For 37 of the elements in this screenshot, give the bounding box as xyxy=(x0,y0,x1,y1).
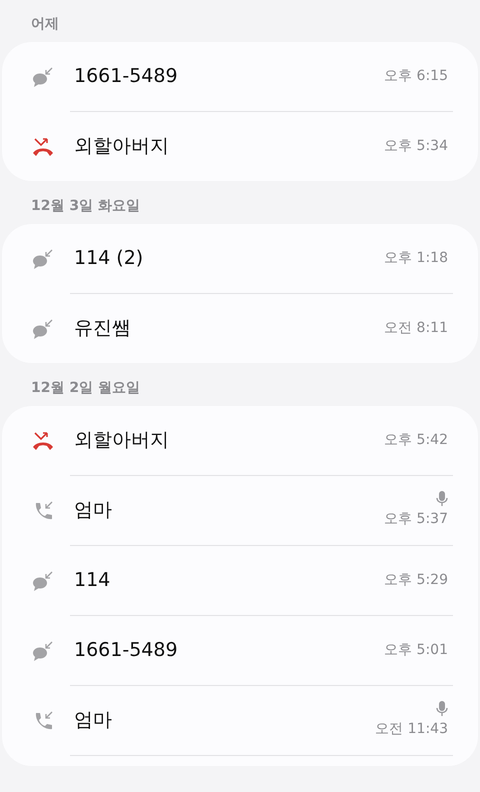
call-time: 오후 5:29 xyxy=(384,571,448,590)
call-log-row[interactable]: 엄마 오후 5:37 xyxy=(2,476,478,545)
contact-name: 외할아버지 xyxy=(74,134,170,160)
call-time: 오후 5:01 xyxy=(384,641,448,660)
call-time: 오후 6:15 xyxy=(384,67,448,86)
date-header: 12월 2일 월요일 xyxy=(30,379,141,398)
call-log-row[interactable]: 엄마 오전 11:43 xyxy=(2,686,478,755)
date-header: 어제 xyxy=(30,15,60,34)
call-time: 오후 5:42 xyxy=(384,431,448,450)
call-log-row[interactable]: 1661-5489 오후 6:15 xyxy=(2,42,478,111)
chat-bubble-arrow-icon xyxy=(32,248,54,270)
chat-bubble-arrow-icon xyxy=(32,318,54,340)
call-log-row[interactable]: 외할아버지 오후 5:34 xyxy=(2,112,478,181)
contact-name: 엄마 xyxy=(74,498,113,524)
chat-bubble-arrow-icon xyxy=(32,66,54,88)
contact-name: 엄마 xyxy=(74,708,113,734)
contact-name: 114 (2) xyxy=(74,246,144,272)
missed-call-icon xyxy=(32,430,54,452)
contact-name: 외할아버지 xyxy=(74,428,170,454)
contact-name: 1661-5489 xyxy=(74,638,179,664)
chat-bubble-arrow-icon xyxy=(32,640,54,662)
missed-call-icon xyxy=(32,136,54,158)
call-log-row[interactable]: 1661-5489 오후 5:01 xyxy=(2,616,478,685)
call-time: 오전 11:43 xyxy=(375,720,448,739)
contact-name: 114 xyxy=(74,568,112,594)
call-time: 오후 5:37 xyxy=(384,510,448,529)
call-time: 오전 8:11 xyxy=(384,319,448,338)
call-log-row[interactable]: 외할아버지 오후 5:42 xyxy=(2,406,478,475)
contact-name: 1661-5489 xyxy=(74,64,179,90)
call-log-row[interactable]: 114 (2) 오후 1:18 xyxy=(2,224,478,293)
contact-name: 유진쌤 xyxy=(74,316,132,342)
call-log-row[interactable]: 114 오후 5:29 xyxy=(2,546,478,615)
chat-bubble-arrow-icon xyxy=(32,570,54,592)
call-time: 오후 5:34 xyxy=(384,137,448,156)
date-header: 12월 3일 화요일 xyxy=(30,197,141,216)
call-log-row[interactable]: 유진쌤 오전 8:11 xyxy=(2,294,478,363)
call-time: 오후 1:18 xyxy=(384,249,448,268)
